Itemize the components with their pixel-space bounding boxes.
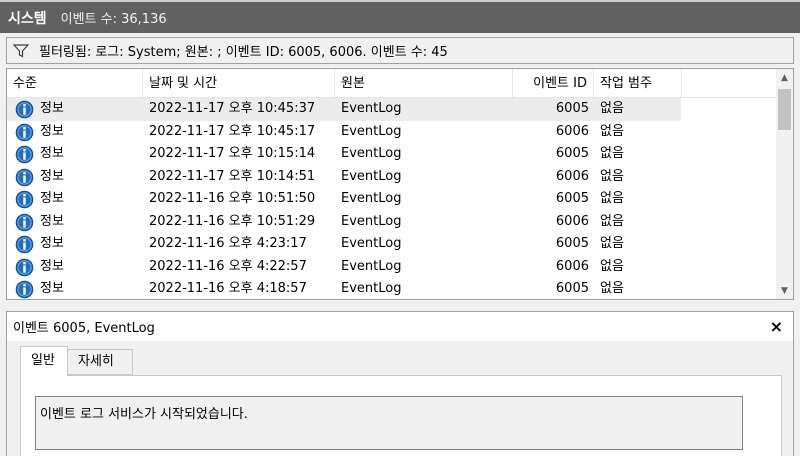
cell-source: EventLog: [341, 123, 402, 139]
cell-datetime: 2022-11-17 오후 10:14:51: [149, 168, 316, 184]
cell-event-id: 6006: [555, 258, 589, 274]
info-icon: [15, 190, 34, 209]
cell-source: EventLog: [341, 236, 402, 251]
info-icon: [15, 145, 34, 164]
cell-datetime: 2022-11-17 오후 10:45:37: [149, 101, 316, 116]
cell-event-id: 6006: [555, 213, 589, 229]
cell-event-id: 6005: [555, 101, 589, 116]
cell-level: 정보: [40, 258, 64, 274]
cell-source: EventLog: [341, 168, 402, 184]
table-row[interactable]: 정보 2022-11-17 오후 10:45:17 EventLog 6006 없음: [7, 121, 777, 144]
filter-icon[interactable]: [13, 43, 29, 58]
table-row[interactable]: 정보 2022-11-16 오후 10:51:29 EventLog 6006 없음: [7, 211, 777, 234]
cell-level: 정보: [40, 236, 64, 251]
cell-category: 없음: [600, 236, 624, 251]
filter-bar: 필터링됨: 로그: System; 원본: ; 이벤트 ID: 6005, 60…: [6, 37, 794, 64]
column-header-level[interactable]: 수준: [7, 69, 143, 98]
grid-header: 수준 날짜 및 시간 원본 이벤트 ID 작업 범주: [7, 69, 777, 98]
cell-event-id: 6005: [555, 146, 589, 161]
cell-source: EventLog: [341, 213, 402, 229]
event-rows: 정보 2022-11-17 오후 10:45:37 EventLog 6005 없음 정보…: [7, 98, 777, 299]
column-header-category[interactable]: 작업 범주: [594, 69, 682, 98]
cell-event-id: 6006: [555, 123, 589, 139]
cell-level: 정보: [40, 281, 64, 296]
table-row[interactable]: 정보 2022-11-17 오후 10:14:51 EventLog 6006 없음: [7, 166, 777, 189]
close-icon[interactable]: ×: [770, 317, 783, 336]
info-icon: [15, 168, 34, 186]
cell-category: 없음: [600, 101, 624, 116]
scroll-down-icon[interactable]: ▼: [776, 282, 793, 299]
event-grid[interactable]: 수준 날짜 및 시간 원본 이벤트 ID 작업 범주 정보 2022-11-17 …: [6, 68, 794, 300]
info-icon: [15, 213, 34, 231]
vertical-scrollbar[interactable]: ▲ ▼: [776, 69, 793, 299]
cell-source: EventLog: [341, 281, 402, 296]
column-header-datetime[interactable]: 날짜 및 시간: [143, 69, 335, 98]
cell-category: 없음: [600, 123, 624, 139]
info-icon: [15, 258, 34, 276]
title-bar: 시스템 이벤트 수: 36,136: [0, 0, 800, 33]
detail-panel: 일반 자세히 이벤트 로그 서비스가 시작되었습니다.: [6, 341, 794, 456]
log-name: 시스템: [8, 10, 47, 27]
cell-source: EventLog: [341, 146, 402, 161]
column-header-source[interactable]: 원본: [335, 69, 513, 98]
detail-header: 이벤트 6005, EventLog ×: [6, 311, 794, 341]
table-row[interactable]: 정보 2022-11-16 오후 4:18:57 EventLog 6005 없음: [7, 278, 777, 299]
info-icon: [15, 100, 34, 119]
cell-datetime: 2022-11-17 오후 10:45:17: [149, 123, 316, 139]
info-icon: [15, 280, 34, 299]
column-header-event-id[interactable]: 이벤트 ID: [513, 69, 594, 98]
table-row[interactable]: 정보 2022-11-16 오후 10:51:50 EventLog 6005 없음: [7, 188, 777, 211]
cell-category: 없음: [600, 191, 624, 206]
scroll-up-icon[interactable]: ▲: [776, 69, 793, 86]
cell-category: 없음: [600, 213, 624, 229]
cell-category: 없음: [600, 281, 624, 296]
table-row[interactable]: 정보 2022-11-17 오후 10:45:37 EventLog 6005 없음: [7, 98, 777, 121]
cell-source: EventLog: [341, 101, 402, 116]
cell-event-id: 6005: [555, 281, 589, 296]
cell-event-id: 6005: [555, 236, 589, 251]
event-count: 이벤트 수: 36,136: [60, 12, 167, 27]
cell-event-id: 6006: [555, 168, 589, 184]
cell-level: 정보: [40, 123, 64, 139]
cell-datetime: 2022-11-16 오후 10:51:50: [149, 191, 316, 206]
cell-source: EventLog: [341, 258, 402, 274]
cell-level: 정보: [40, 168, 64, 184]
cell-level: 정보: [40, 101, 64, 116]
tab-general[interactable]: 일반: [20, 346, 68, 376]
cell-datetime: 2022-11-16 오후 4:22:57: [149, 258, 307, 274]
cell-datetime: 2022-11-16 오후 4:18:57: [149, 281, 307, 296]
info-icon: [15, 235, 34, 254]
cell-category: 없음: [600, 258, 624, 274]
cell-event-id: 6005: [555, 191, 589, 206]
scrollbar-thumb[interactable]: [778, 89, 791, 130]
detail-title: 이벤트 6005, EventLog: [13, 321, 155, 336]
table-row[interactable]: 정보 2022-11-17 오후 10:15:14 EventLog 6005 없음: [7, 143, 777, 166]
cell-level: 정보: [40, 146, 64, 161]
cell-source: EventLog: [341, 191, 402, 206]
cell-datetime: 2022-11-16 오후 10:51:29: [149, 213, 316, 229]
cell-category: 없음: [600, 146, 624, 161]
filter-summary: 필터링됨: 로그: System; 원본: ; 이벤트 ID: 6005, 60…: [39, 45, 448, 60]
table-row[interactable]: 정보 2022-11-16 오후 4:23:17 EventLog 6005 없음: [7, 233, 777, 256]
cell-level: 정보: [40, 213, 64, 229]
event-description[interactable]: 이벤트 로그 서비스가 시작되었습니다.: [35, 396, 743, 450]
cell-category: 없음: [600, 168, 624, 184]
cell-datetime: 2022-11-17 오후 10:15:14: [149, 146, 316, 161]
cell-level: 정보: [40, 191, 64, 206]
cell-datetime: 2022-11-16 오후 4:23:17: [149, 236, 307, 251]
table-row[interactable]: 정보 2022-11-16 오후 4:22:57 EventLog 6006 없음: [7, 256, 777, 279]
general-tab-panel: 이벤트 로그 서비스가 시작되었습니다.: [20, 375, 782, 456]
tab-details[interactable]: 자세히: [67, 349, 133, 375]
info-icon: [15, 123, 34, 141]
